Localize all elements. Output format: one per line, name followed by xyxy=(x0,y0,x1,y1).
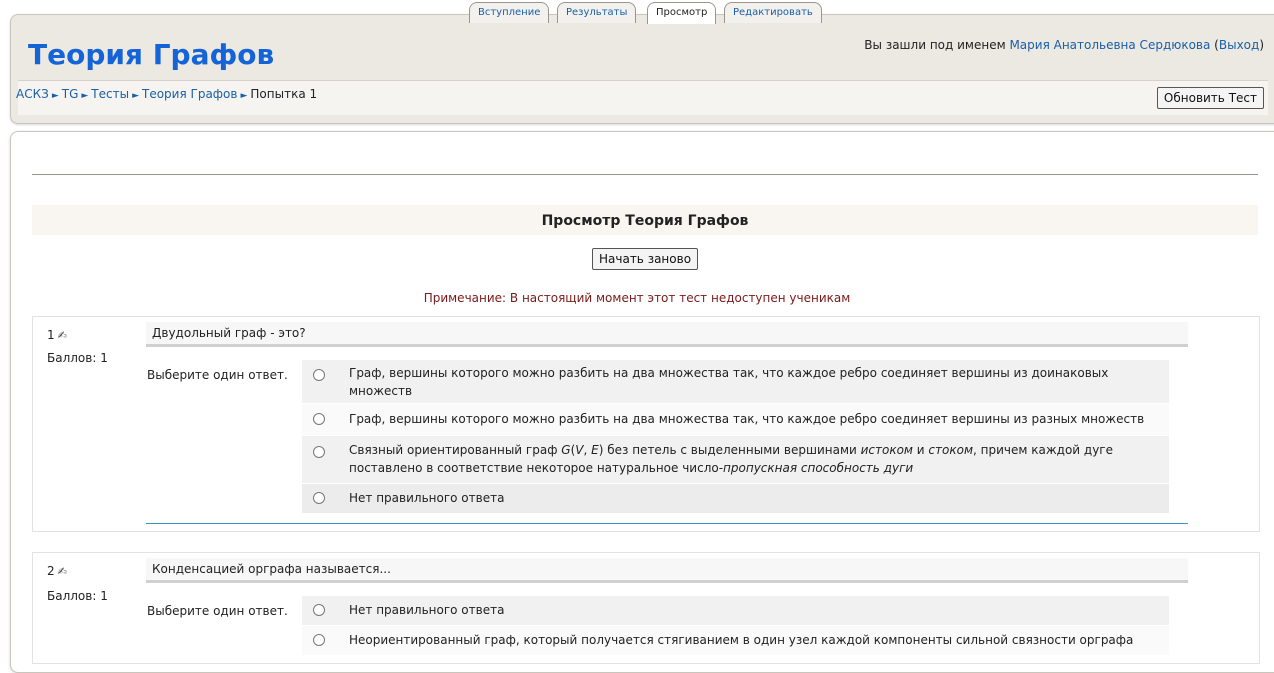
tab-edit[interactable]: Редактировать xyxy=(724,2,822,23)
answer-text: Граф, вершины которого можно разбить на … xyxy=(349,412,1145,426)
answer-text: Нет правильного ответа xyxy=(349,491,505,505)
radio-button[interactable] xyxy=(313,446,325,458)
breadcrumb-tg[interactable]: TG xyxy=(62,87,79,101)
breadcrumb-tests[interactable]: Тесты xyxy=(91,87,129,101)
answer-text: Нет правильного ответа xyxy=(349,603,505,617)
edit-pencil-icon[interactable]: ✍ xyxy=(58,565,67,578)
breadcrumb-current: Попытка 1 xyxy=(250,87,318,101)
breadcrumb-separator-icon: ► xyxy=(132,91,139,101)
login-prefix: Вы зашли под именем xyxy=(864,38,1010,52)
breadcrumb-askz[interactable]: АСКЗ xyxy=(16,87,49,101)
answer-option[interactable]: Граф, вершины которого можно разбить на … xyxy=(302,404,1169,435)
answer-text: Связный ориентированный граф G(V, E) без… xyxy=(349,443,1113,475)
answer-prompt: Выберите один ответ. xyxy=(147,368,288,382)
restart-button[interactable]: Начать заново xyxy=(592,248,699,270)
logout-link[interactable]: Выход xyxy=(1219,38,1259,52)
question-text: Конденсацией орграфа называется... xyxy=(152,562,391,576)
radio-button[interactable] xyxy=(313,413,325,425)
tab-preview[interactable]: Просмотр xyxy=(647,2,717,24)
breadcrumb-quiz[interactable]: Теория Графов xyxy=(142,87,237,101)
radio-button[interactable] xyxy=(313,492,325,504)
breadcrumb-separator-icon: ► xyxy=(240,91,248,101)
question-text: Двудольный граф - это? xyxy=(152,326,306,340)
breadcrumb-separator-icon: ► xyxy=(81,91,89,101)
answer-option[interactable]: Нет правильного ответа xyxy=(302,484,1169,513)
edit-pencil-icon[interactable]: ✍ xyxy=(58,329,67,342)
answer-option[interactable]: Связный ориентированный граф G(V, E) без… xyxy=(302,436,1169,483)
question-number: 1 ✍ xyxy=(47,328,67,342)
update-quiz-button[interactable]: Обновить Тест xyxy=(1156,87,1264,109)
user-name-link[interactable]: Мария Анатольевна Сердюкова xyxy=(1009,38,1210,52)
question-score: Баллов: 1 xyxy=(47,351,108,365)
breadcrumb-separator-icon: ► xyxy=(51,91,59,101)
breadcrumb: АСКЗ ► TG ► Тесты ► Теория Графов ► Попытка 1 xyxy=(16,87,317,101)
radio-button[interactable] xyxy=(313,634,325,646)
question-text-box: Двудольный граф - это? xyxy=(146,322,1188,347)
preview-heading-bar: Просмотр Теория Графов xyxy=(32,205,1258,235)
radio-button[interactable] xyxy=(313,369,325,381)
question-2-box: 2 ✍ Баллов: 1 Конденсацией орграфа называ… xyxy=(32,552,1260,664)
question-1-box: 1 ✍ Баллов: 1 Двудольный граф - это? Выбе… xyxy=(32,316,1260,532)
answer-option[interactable]: Неориентированный граф, который получает… xyxy=(302,626,1169,655)
answer-option[interactable]: Нет правильного ответа xyxy=(302,596,1169,625)
question-score: Баллов: 1 xyxy=(47,589,108,603)
answer-prompt: Выберите один ответ. xyxy=(147,604,288,618)
question-number: 2 ✍ xyxy=(47,564,67,578)
answer-text: Неориентированный граф, который получает… xyxy=(349,633,1134,647)
answer-option[interactable]: Граф, вершины которого можно разбить на … xyxy=(302,360,1169,403)
availability-note: Примечание: В настоящий момент этот тест… xyxy=(423,291,851,305)
course-title[interactable]: Теория Графов xyxy=(28,38,274,71)
question-divider xyxy=(146,523,1188,524)
preview-title: Просмотр Теория Графов xyxy=(541,213,749,229)
tabs-row xyxy=(32,150,1258,175)
tab-intro[interactable]: Вступление xyxy=(469,2,550,23)
tab-results[interactable]: Результаты xyxy=(557,2,637,23)
radio-button[interactable] xyxy=(313,604,325,616)
answer-text: Граф, вершины которого можно разбить на … xyxy=(349,366,1109,398)
login-info: Вы зашли под именем Мария Анатольевна Се… xyxy=(864,38,1264,52)
question-text-box: Конденсацией орграфа называется... xyxy=(146,558,1188,583)
